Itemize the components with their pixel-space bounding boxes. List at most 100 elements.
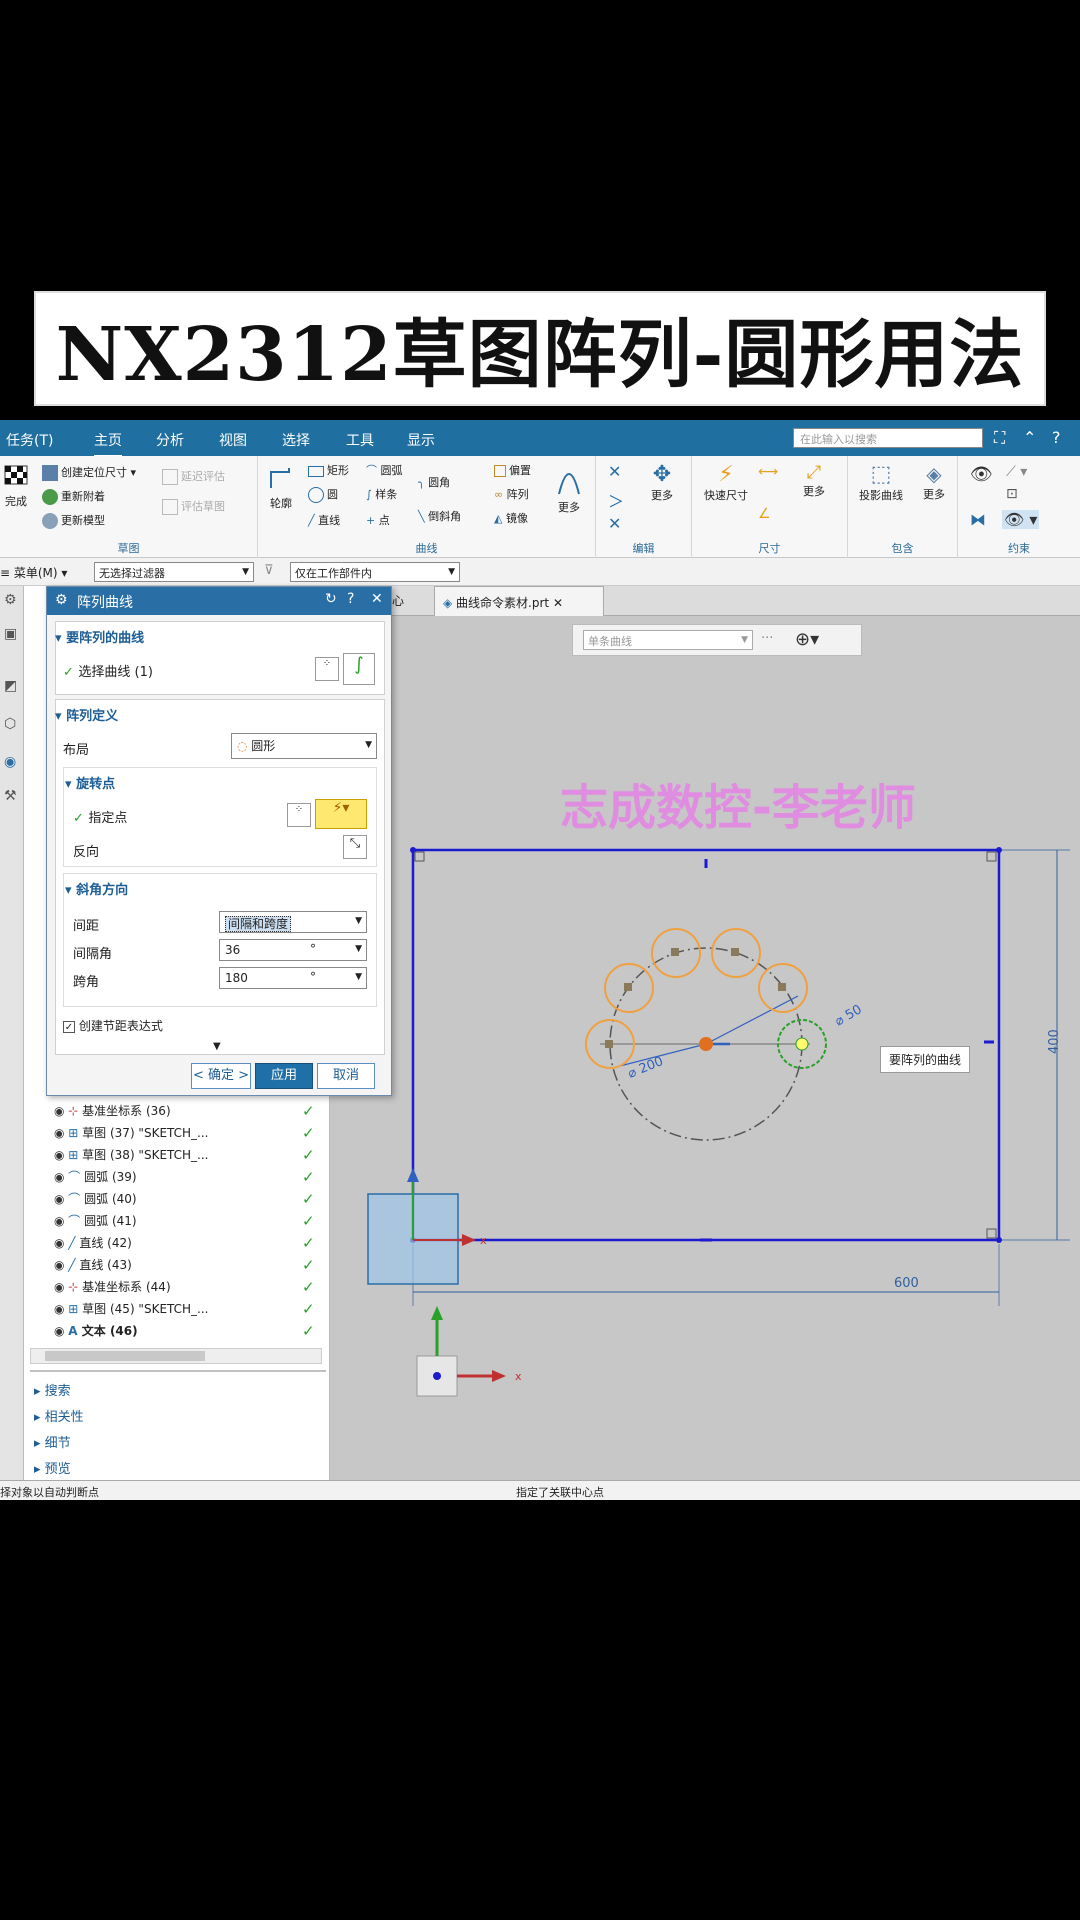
layout-select[interactable]: ◌ 圆形 ▼ [231,733,377,759]
tree-row[interactable]: ◉ ⊹ 基准坐标系 (44) ✓ [54,1278,324,1300]
curve-rule-icon[interactable]: ⁘ [315,657,339,681]
tab-select[interactable]: 选择 [282,430,310,450]
command-search-input[interactable]: 在此输入以搜索 [793,428,983,448]
accordion-details[interactable]: ▸ 细节 [34,1432,71,1451]
delay-eval-button[interactable]: 延迟评估 [162,468,225,485]
select-curve-row[interactable]: ✓ 选择曲线 (1) [63,661,153,680]
line-button[interactable]: ╱ 直线 [308,512,340,528]
point-button[interactable]: + 点 [366,512,390,528]
reset-icon[interactable]: ↻ [325,591,337,607]
tree-row[interactable]: ◉ ⌒ 圆弧 (39) ✓ [54,1168,324,1190]
point-dialog-icon[interactable]: ⁘ [287,803,311,827]
fillet-button[interactable]: ╮ 圆角 [418,474,450,490]
doc-tab-active[interactable]: ◈ 曲线命令素材.prt ✕ [434,586,604,616]
accordion-preview[interactable]: ▸ 预览 [34,1458,71,1477]
reattach-button[interactable]: 重新附着 [42,488,105,505]
extend-icon[interactable]: ＞ [608,488,624,512]
fullscreen-icon[interactable]: ⛶ [994,428,1005,448]
close-icon[interactable]: ✕ [371,591,383,607]
collapse-ribbon-icon[interactable]: ⌃ [1023,428,1036,447]
section-header-angle[interactable]: ▾ 斜角方向 [65,879,128,898]
ok-button[interactable]: < 确定 > [191,1063,251,1089]
tree-row[interactable]: ◉ ⊞ 草图 (37) "SKETCH_... ✓ [54,1124,324,1146]
specify-point-row[interactable]: ✓ 指定点 [73,807,127,826]
finish-button[interactable]: 完成 [2,464,30,509]
tree-row[interactable]: ◉ ╱ 直线 (43) ✓ [54,1256,324,1278]
linear-dim-icon[interactable]: ⟷ [758,464,778,480]
part-navigator-icon[interactable]: ▣ [4,626,17,642]
tree-row[interactable]: ◉ A 文本 (46) ✓ [54,1322,324,1344]
tab-display[interactable]: 显示 [407,430,435,450]
filter-icon[interactable]: ⊽ [264,563,274,578]
tree-row[interactable]: ◉ ⊞ 草图 (38) "SKETCH_... ✓ [54,1146,324,1168]
diameter-200-dimension[interactable]: ⌀ 200 [626,1054,666,1082]
pattern-button[interactable]: ∞ 阵列 [494,486,529,502]
quick-dim-button[interactable]: ⚡ 快速尺寸 [698,462,754,503]
section-header-rotation[interactable]: ▾ 旋转点 [65,773,115,792]
rotation-center-point[interactable] [699,1037,713,1051]
expand-more-icon[interactable]: ▼ [213,1041,221,1052]
type-filter-select[interactable]: 无选择过滤器 ▼ [94,562,254,582]
show-constraints-icon[interactable]: 👁 [970,464,993,485]
corner-icon[interactable]: ✕ [608,514,621,533]
assembly-navigator-icon[interactable]: ◩ [4,678,17,694]
gear-icon[interactable]: ⚙ [4,592,17,608]
rectangle-button[interactable]: 矩形 [308,462,349,478]
convert-reference-icon[interactable]: ⧓ [970,510,986,529]
mirror-button[interactable]: ◭ 镜像 [494,510,528,526]
doc-tab-1[interactable]: 心 [392,592,404,609]
trim-icon[interactable]: ✕ [608,462,621,481]
span-angle-input[interactable]: 180 ° ▼ [219,967,367,989]
project-curve-button[interactable]: ⬚ 投影曲线 [852,462,910,503]
scope-filter-select[interactable]: 仅在工作部件内 ▼ [290,562,460,582]
help-icon[interactable]: ? [347,591,354,607]
tab-tools[interactable]: 工具 [346,430,374,450]
tab-view[interactable]: 视图 [219,430,247,450]
diameter-50-dimension[interactable]: ⌀ 50 [833,1002,865,1029]
auto-constraint-icon[interactable]: ⊡ [1006,486,1018,502]
tab-home[interactable]: 主页 [94,430,122,458]
arc-button[interactable]: ⌒ 圆弧 [366,462,403,478]
dim-more-button[interactable]: ⤢ 更多 [794,462,834,499]
gear-icon[interactable]: ⚙ [55,592,68,608]
accordion-search[interactable]: ▸ 搜索 [34,1380,71,1399]
horizontal-scrollbar[interactable] [30,1348,322,1364]
geometric-constraint-icon[interactable]: ⟋ ▾ [1006,464,1027,480]
curve-more-button[interactable]: 更多 [554,460,584,515]
scrollbar-thumb[interactable] [45,1351,205,1361]
create-expression-checkbox[interactable]: ✓ [63,1021,75,1033]
create-dim-button[interactable]: 创建定位尺寸 ▾ [42,464,136,481]
menu-button[interactable]: ≡ 菜单(M) ▾ [0,564,67,581]
help-icon[interactable]: ? [1052,428,1061,447]
edit-more-button[interactable]: ✥ 更多 [644,462,680,503]
tree-row[interactable]: ◉ ╱ 直线 (42) ✓ [54,1234,324,1256]
apply-button[interactable]: 应用 [255,1063,313,1089]
tab-analysis[interactable]: 分析 [156,430,184,450]
close-icon[interactable]: ✕ [553,596,563,610]
tree-row[interactable]: ◉ ⊹ 基准坐标系 (36) ✓ [54,1102,324,1124]
graphics-canvas[interactable]: 单条曲线 ▼ ··· ⊕▾ 志成数控-李老师 400 600 ⌀ 200 ⌀ 50 [330,616,1080,1480]
update-model-button[interactable]: 更新模型 [42,512,105,529]
pitch-angle-input[interactable]: 36 ° ▼ [219,939,367,961]
section-header-curves[interactable]: ▾ 要阵列的曲线 [55,627,144,646]
angular-dim-icon[interactable]: ∠ [758,506,771,522]
create-expression-row[interactable]: ✓ 创建节距表达式 [63,1017,163,1034]
tree-row[interactable]: ◉ ⊞ 草图 (45) "SKETCH_... ✓ [54,1300,324,1322]
tab-task[interactable]: 任务(T) [6,430,53,450]
reverse-direction-icon[interactable]: ⤡ [343,835,367,859]
eval-sketch-button[interactable]: 评估草图 [162,498,225,515]
select-curve-icon[interactable]: ∫ [343,653,375,685]
profile-button[interactable]: 轮廓 [266,464,296,511]
dialog-titlebar[interactable]: ⚙ 阵列曲线 ↻ ? ✕ [47,587,391,615]
width-dimension[interactable]: 600 [894,1276,919,1291]
height-dimension[interactable]: 400 [1047,1029,1062,1054]
circle-button[interactable]: 圆 [308,486,338,503]
search-icon[interactable]: ⚲ [964,428,976,447]
spline-button[interactable]: ∫ 样条 [366,486,397,502]
spacing-select[interactable]: 间隔和跨度 ▼ [219,911,367,933]
display-constraints-icon[interactable]: 👁 ▾ [1002,510,1040,529]
inferred-point-icon[interactable]: ⚡▾ [315,799,367,829]
reuse-library-icon[interactable]: ⬡ [4,716,16,732]
tools-icon[interactable]: ⚒ [4,788,17,804]
tree-row[interactable]: ◉ ⌒ 圆弧 (40) ✓ [54,1190,324,1212]
